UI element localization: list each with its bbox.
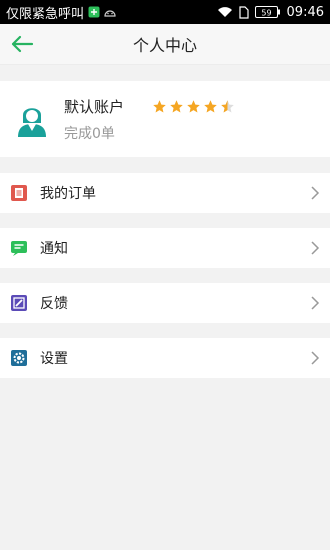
completed-orders: 完成0单	[64, 125, 115, 142]
notification-icon	[10, 239, 28, 257]
android-icon	[104, 7, 116, 17]
page-title: 个人中心	[132, 36, 197, 55]
chevron-right-icon	[310, 296, 320, 310]
menu-label-orders: 我的订单	[40, 186, 96, 202]
battery-icon: 59	[254, 6, 281, 18]
app-header: 个人中心	[0, 24, 330, 65]
menu-item-settings[interactable]: 设置	[0, 338, 330, 378]
sim-icon	[238, 5, 249, 19]
menu-label-notifications: 通知	[40, 241, 68, 257]
back-button[interactable]	[10, 32, 38, 56]
star-icon	[187, 99, 200, 112]
half-star-icon	[221, 99, 234, 112]
star-icon	[170, 99, 183, 112]
profile-card[interactable]: 默认账户 完成0单	[0, 81, 330, 157]
orders-icon	[10, 184, 28, 202]
clock: 09:46	[286, 4, 324, 20]
status-bar: 仅限紧急呼叫 59 09:46	[0, 0, 330, 24]
avatar-icon	[14, 101, 50, 137]
account-name: 默认账户	[64, 97, 125, 116]
chevron-right-icon	[310, 351, 320, 365]
wifi-icon	[217, 6, 233, 18]
back-arrow-icon	[11, 35, 34, 53]
rating-stars	[152, 99, 235, 114]
menu-item-orders[interactable]: 我的订单	[0, 173, 330, 213]
chevron-right-icon	[310, 241, 320, 255]
settings-icon	[10, 349, 28, 367]
star-icon	[153, 99, 166, 112]
menu-label-settings: 设置	[40, 351, 68, 367]
menu-label-feedback: 反馈	[40, 296, 68, 312]
battery-level: 59	[261, 9, 271, 18]
menu-item-feedback[interactable]: 反馈	[0, 283, 330, 323]
carrier-text: 仅限紧急呼叫	[6, 6, 85, 22]
feedback-icon	[10, 294, 28, 312]
app-notification-icon	[88, 6, 100, 18]
menu-item-notifications[interactable]: 通知	[0, 228, 330, 268]
star-icon	[204, 99, 217, 112]
chevron-right-icon	[310, 186, 320, 200]
